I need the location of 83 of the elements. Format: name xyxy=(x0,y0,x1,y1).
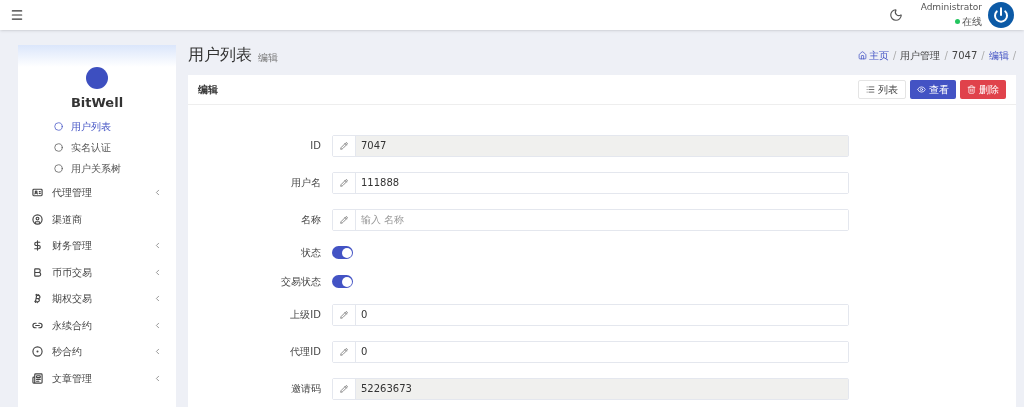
page-title: 用户列表 xyxy=(188,44,252,66)
circle-icon xyxy=(54,121,63,131)
breadcrumb-link[interactable]: 主页 xyxy=(858,47,890,63)
menu-icon[interactable] xyxy=(10,8,24,22)
chevron-icon xyxy=(153,188,162,198)
breadcrumb-link[interactable]: 编辑 xyxy=(988,47,1009,63)
sidebar-item[interactable]: 代理管理 xyxy=(18,179,176,206)
trash-icon xyxy=(967,85,976,94)
breadcrumb-link[interactable]: 用户管理 xyxy=(900,47,941,63)
text-field[interactable]: 111888 xyxy=(332,171,849,194)
sidebar-item[interactable]: 币币交易 xyxy=(18,259,176,286)
sidebar-item[interactable]: 文章管理 xyxy=(18,365,176,392)
sidebar-item[interactable]: 财务管理 xyxy=(18,232,176,259)
breadcrumb-separator: / xyxy=(893,48,897,63)
breadcrumb-separator: / xyxy=(981,48,985,63)
field-label: 名称 xyxy=(300,213,322,227)
pencil-icon xyxy=(340,310,348,319)
moon-icon[interactable] xyxy=(888,8,903,22)
chevron-icon xyxy=(153,267,162,277)
submenu-item[interactable]: 用户列表 xyxy=(54,116,176,136)
sidebar-item[interactable]: 期权交易 xyxy=(18,285,176,312)
text-field[interactable]: 0 xyxy=(332,303,849,326)
brand-name: BitWell xyxy=(70,94,124,112)
field-label: 用户名 xyxy=(290,176,322,190)
pencil-icon xyxy=(340,384,348,393)
sidebar-item[interactable]: 秒合约 xyxy=(18,338,176,365)
pencil-icon xyxy=(340,141,348,150)
bitcoin-icon xyxy=(32,293,43,305)
dollar-icon xyxy=(32,240,43,252)
field-label: 代理ID xyxy=(289,345,322,359)
text-field[interactable]: 7047 xyxy=(332,134,849,157)
sidebar-item[interactable]: 渠道商 xyxy=(18,206,176,233)
breadcrumb-separator: / xyxy=(1012,48,1016,63)
field-label: 邀请码 xyxy=(290,382,322,396)
online-status: 在线 xyxy=(955,14,982,30)
user-name: Administrator xyxy=(920,0,982,14)
sidebar-item-label: 永续合约 xyxy=(52,318,93,333)
newspaper-icon xyxy=(32,372,43,384)
field-label: ID xyxy=(309,139,322,153)
chevron-icon xyxy=(153,347,162,357)
circle-icon xyxy=(54,163,63,173)
list-icon xyxy=(866,85,875,94)
chevron-icon xyxy=(153,241,162,251)
eye-icon xyxy=(917,85,926,94)
field-label: 上级ID xyxy=(289,308,322,322)
delete-button[interactable]: 删除 xyxy=(960,80,1006,99)
text-field[interactable]: 52263673 xyxy=(332,377,849,400)
pencil-icon xyxy=(340,215,348,224)
letter-b-icon xyxy=(32,266,43,278)
user-circle-icon xyxy=(32,213,43,225)
home-icon xyxy=(858,50,868,60)
text-field[interactable]: 输入 名称 xyxy=(332,208,849,231)
submenu-item[interactable]: 实名认证 xyxy=(54,137,176,157)
avatar-power-icon[interactable] xyxy=(988,2,1014,28)
field-label: 状态 xyxy=(300,246,322,260)
submenu-item[interactable]: 用户关系树 xyxy=(54,158,176,178)
text-field[interactable]: 0 xyxy=(332,340,849,363)
toggle-switch[interactable] xyxy=(332,246,353,259)
target-icon xyxy=(32,346,43,358)
logo-icon xyxy=(86,67,108,89)
chevron-icon xyxy=(153,320,162,330)
breadcrumb-separator: / xyxy=(944,48,948,63)
breadcrumb-link[interactable]: 7047 xyxy=(951,47,978,63)
toggle-switch[interactable] xyxy=(332,275,353,288)
pencil-icon xyxy=(340,347,348,356)
id-card-icon xyxy=(32,187,43,199)
sidebar-item-label: 文章管理 xyxy=(52,371,93,386)
pencil-icon xyxy=(340,178,348,187)
view-button[interactable]: 查看 xyxy=(910,80,956,99)
sidebar-item[interactable]: 永续合约 xyxy=(18,312,176,339)
sidebar-item-label: 期权交易 xyxy=(52,292,93,307)
chevron-icon xyxy=(153,373,162,383)
chevron-icon xyxy=(153,294,162,304)
sidebar-item-label: 渠道商 xyxy=(52,212,83,227)
field-label: 交易状态 xyxy=(280,275,322,289)
list-button[interactable]: 列表 xyxy=(858,80,906,99)
sidebar-item-label: 秒合约 xyxy=(52,345,83,360)
circle-icon xyxy=(54,142,63,152)
sidebar-item-label: 币币交易 xyxy=(52,265,93,280)
sidebar-item-label: 代理管理 xyxy=(52,186,93,201)
sidebar-item-label: 财务管理 xyxy=(52,239,93,254)
card-title: 编辑 xyxy=(198,83,218,97)
page-subtitle: 编辑 xyxy=(258,50,278,65)
